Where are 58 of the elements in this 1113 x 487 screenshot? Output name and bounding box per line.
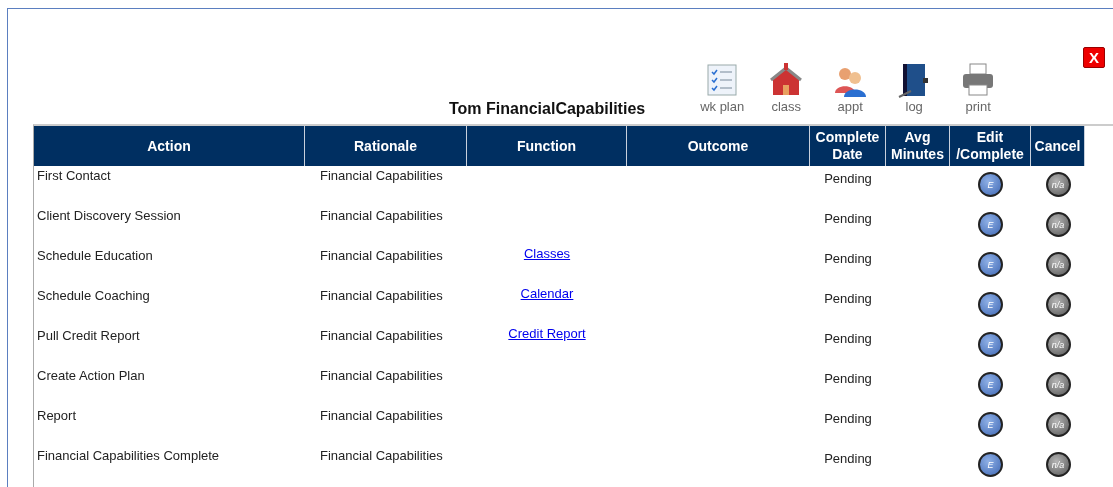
table-cell-text: Financial Capabilities bbox=[320, 167, 443, 183]
edit-button[interactable]: E bbox=[978, 172, 1003, 197]
edit-button[interactable]: E bbox=[978, 292, 1003, 317]
edit-button[interactable]: E bbox=[978, 212, 1003, 237]
column-header: Outcome bbox=[627, 126, 810, 166]
cancel-button[interactable]: n/a bbox=[1045, 252, 1071, 277]
cancel-button[interactable]: n/a bbox=[1045, 212, 1071, 237]
table-cell-text: Schedule Education bbox=[37, 247, 153, 263]
toolbar-button[interactable]: log bbox=[889, 61, 940, 114]
toolbar-button[interactable]: wk plan bbox=[697, 61, 748, 114]
table-cell-text: Financial Capabilities bbox=[320, 207, 443, 223]
column-header: Avg Minutes bbox=[886, 126, 950, 166]
function-link[interactable]: Classes bbox=[523, 246, 571, 261]
table-cell-text: Schedule Coaching bbox=[37, 287, 150, 303]
table-cell-text: Create Action Plan bbox=[37, 367, 145, 383]
column-header: Function bbox=[467, 126, 627, 166]
table-cell-text: Pending bbox=[824, 290, 872, 306]
table-cell-text: Pending bbox=[824, 370, 872, 386]
table-cell-text: Financial Capabilities bbox=[320, 407, 443, 423]
column-header: Complete Date bbox=[810, 126, 886, 166]
column-header: Cancel bbox=[1031, 126, 1085, 166]
function-link[interactable]: Credit Report bbox=[508, 326, 586, 341]
table-cell-text: Pending bbox=[824, 210, 872, 226]
edit-button[interactable]: E bbox=[978, 412, 1003, 437]
cancel-button[interactable]: n/a bbox=[1045, 372, 1071, 397]
edit-button[interactable]: E bbox=[978, 252, 1003, 277]
table-cell-text: Pending bbox=[824, 170, 872, 186]
table-cell-text: Financial Capabilities bbox=[320, 327, 443, 343]
column-header: Rationale bbox=[305, 126, 467, 166]
table-cell-text: Pending bbox=[824, 250, 872, 266]
cancel-button[interactable]: n/a bbox=[1045, 292, 1071, 317]
table-cell-text: Pending bbox=[824, 410, 872, 426]
table-cell-text: Financial Capabilities bbox=[320, 447, 443, 463]
toolbar-button[interactable]: print bbox=[953, 61, 1004, 114]
table-cell-text: Financial Capabilities bbox=[320, 287, 443, 303]
table-cell-text: Financial Capabilities bbox=[320, 367, 443, 383]
close-button[interactable]: X bbox=[1083, 47, 1105, 68]
cancel-button[interactable]: n/a bbox=[1045, 172, 1071, 197]
table-cell-text: First Contact bbox=[37, 167, 111, 183]
toolbar-button[interactable]: class bbox=[761, 61, 812, 114]
edit-button[interactable]: E bbox=[978, 452, 1003, 477]
dialog-title: Tom FinancialCapabilities bbox=[449, 100, 646, 118]
cancel-button[interactable]: n/a bbox=[1045, 412, 1071, 437]
table-cell-text: Report bbox=[37, 407, 77, 423]
toolbar-button[interactable]: appt bbox=[825, 61, 876, 114]
table-cell-text: Financial Capabilities bbox=[320, 247, 443, 263]
table-cell-text: Pending bbox=[824, 330, 872, 346]
table-cell-text: Financial Capabilities Complete bbox=[37, 447, 220, 463]
function-link[interactable]: Calendar bbox=[520, 286, 574, 301]
table-cell-text: Client Discovery Session bbox=[37, 207, 181, 223]
cancel-button[interactable]: n/a bbox=[1045, 452, 1071, 477]
column-header: Edit /Complete bbox=[950, 126, 1031, 166]
table-cell-text: Pull Credit Report bbox=[37, 327, 140, 343]
column-header: Action bbox=[34, 126, 305, 166]
edit-button[interactable]: E bbox=[978, 332, 1003, 357]
table-cell-text: Pending bbox=[824, 450, 872, 466]
cancel-button[interactable]: n/a bbox=[1045, 332, 1071, 357]
edit-button[interactable]: E bbox=[978, 372, 1003, 397]
